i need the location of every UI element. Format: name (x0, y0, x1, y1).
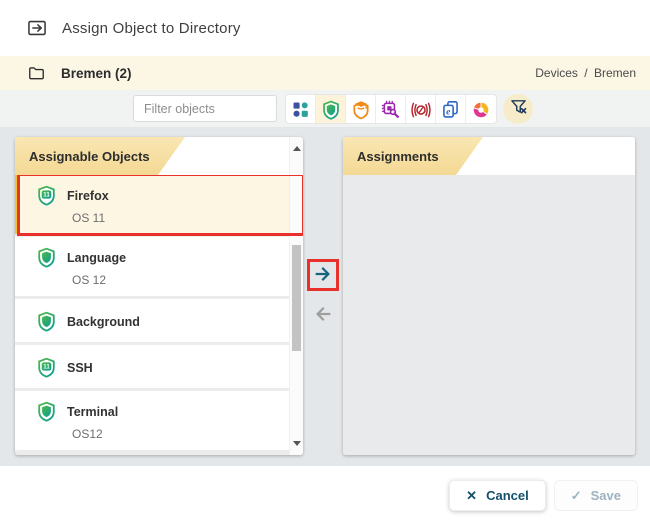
item-subtitle: OS12 (72, 427, 285, 443)
footer: ✕ Cancel ✓ Save (0, 466, 650, 525)
assignments-empty-area (343, 175, 635, 455)
triangle-down-icon (293, 441, 301, 446)
breadcrumb-item-devices[interactable]: Devices (535, 66, 578, 80)
scroll-down-button[interactable] (290, 436, 303, 451)
svg-text:11: 11 (43, 191, 50, 198)
assignable-objects-panel: Assignable Objects 11 Firefox OS 11 Languag… (15, 137, 303, 455)
pages-blue-icon[interactable]: e (436, 95, 466, 124)
list-item-ssh[interactable]: 11 SSH (15, 345, 303, 388)
dialog-title: Assign Object to Directory (62, 20, 241, 37)
item-title: Background (67, 315, 140, 329)
assign-right-arrow-button[interactable] (307, 259, 339, 291)
rings-red-icon[interactable] (406, 95, 436, 124)
svg-text:11: 11 (43, 363, 50, 370)
assignments-panel-tab: Assignments (343, 137, 483, 175)
assignments-panel-header: Assignments (343, 137, 635, 175)
item-title: Firefox (67, 189, 109, 203)
dialog-header: Assign Object to Directory (0, 0, 650, 56)
svg-text:e: e (446, 106, 451, 117)
breadcrumb: Devices / Bremen (535, 66, 636, 80)
unassign-left-arrow-button[interactable] (307, 299, 339, 331)
item-title: Terminal (67, 405, 118, 419)
pie-chart-icon[interactable] (466, 95, 496, 124)
item-title: SSH (67, 361, 93, 375)
item-subtitle: OS 12 (72, 273, 285, 289)
cancel-button-label: Cancel (486, 488, 529, 503)
save-button-label: Save (591, 488, 621, 503)
shield-badge-icon: 11 (35, 184, 58, 207)
assignable-panel-header: Assignable Objects (15, 137, 303, 175)
main-area: Assignable Objects 11 Firefox OS 11 Languag… (0, 128, 650, 466)
triangle-up-icon (293, 146, 301, 151)
cancel-button[interactable]: ✕ Cancel (449, 480, 546, 511)
save-button[interactable]: ✓ Save (554, 480, 638, 511)
breadcrumb-separator: / (584, 66, 587, 80)
scrollbar-thumb[interactable] (292, 245, 301, 351)
item-title: Language (67, 251, 126, 265)
object-type-filter-group: e (285, 94, 497, 124)
arrow-right-icon (312, 263, 334, 288)
filter-clear-button[interactable] (503, 94, 533, 124)
arrow-left-icon (312, 303, 334, 328)
list-item-terminal[interactable]: Terminal OS12 (15, 391, 303, 450)
directory-bar: Bremen (2) Devices / Bremen (0, 56, 650, 90)
checkmark-icon: ✓ (571, 488, 582, 504)
chip-wrench-icon[interactable] (376, 95, 406, 124)
assignable-panel-tab: Assignable Objects (15, 137, 185, 175)
assign-object-icon (26, 17, 48, 39)
grid-objects-icon[interactable] (286, 95, 316, 124)
directory-label: Bremen (2) (61, 66, 132, 81)
assignable-list-scrollbar[interactable] (289, 137, 303, 455)
folder-icon (27, 64, 46, 83)
list-item-language[interactable]: Language OS 12 (15, 237, 303, 296)
list-item-firefox[interactable]: 11 Firefox OS 11 (15, 175, 303, 234)
list-item-background[interactable]: Background (15, 299, 303, 342)
filter-objects-input[interactable] (133, 95, 277, 122)
close-x-icon: ✕ (466, 488, 477, 504)
scroll-up-button[interactable] (290, 141, 303, 156)
item-subtitle: OS 11 (72, 211, 285, 227)
shield-badge-icon: 11 (35, 356, 58, 379)
shield-icon (35, 400, 58, 423)
filter-clear-icon (508, 96, 529, 122)
assignments-panel: Assignments (343, 137, 635, 455)
transfer-column (303, 137, 343, 455)
breadcrumb-item-bremen[interactable]: Bremen (594, 66, 636, 80)
shield-cap-orange-icon[interactable] (346, 95, 376, 124)
assignable-list: 11 Firefox OS 11 Language OS 12 Background 11 S… (15, 175, 303, 455)
shield-icon (35, 310, 58, 333)
shield-icon (35, 246, 58, 269)
toolbar: e (0, 90, 650, 128)
shield-green-icon[interactable] (316, 95, 346, 124)
